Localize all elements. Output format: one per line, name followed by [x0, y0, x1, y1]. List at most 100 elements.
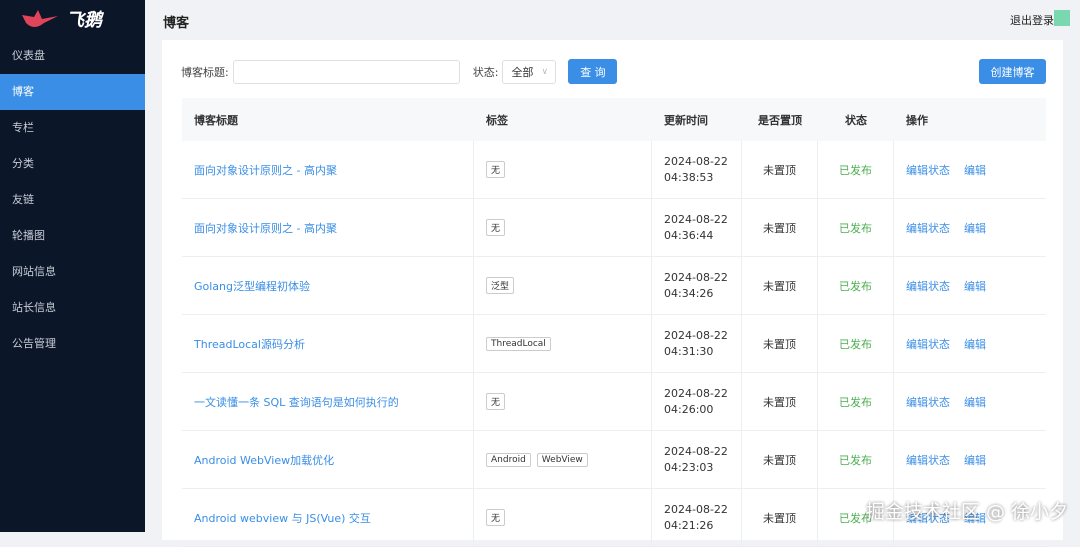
pinned-cell: 未置顶: [742, 141, 818, 198]
time-cell: 2024-08-22 04:36:44: [652, 199, 742, 256]
title-filter-label: 博客标题:: [181, 65, 229, 79]
tags-cell: Android WebView: [474, 431, 652, 488]
pinned-cell: 未置顶: [742, 489, 818, 546]
tag-badge: ThreadLocal: [486, 336, 551, 351]
edit-status-link[interactable]: 编辑状态: [906, 162, 950, 178]
edit-status-link[interactable]: 编辑状态: [906, 336, 950, 352]
chevron-down-icon: ∨: [541, 66, 549, 77]
title-cell: Golang泛型编程初体验: [182, 257, 474, 314]
sidebar-item[interactable]: 公告管理: [0, 326, 145, 362]
avatar[interactable]: [1054, 10, 1070, 26]
logo[interactable]: 飞鹅: [0, 0, 145, 38]
blog-title-link[interactable]: Golang泛型编程初体验: [194, 278, 310, 294]
update-date: 2024-08-22: [664, 154, 728, 168]
time-cell: 2024-08-22 04:26:00: [652, 373, 742, 430]
tag-badge: WebView: [536, 452, 588, 467]
update-date: 2024-08-22: [664, 444, 728, 458]
status-cell: 已发布: [818, 373, 894, 430]
sidebar-item[interactable]: 网站信息: [0, 254, 145, 290]
sidebar-item[interactable]: 轮播图: [0, 218, 145, 254]
sidebar-item[interactable]: 博客: [0, 74, 145, 110]
pinned-cell: 未置顶: [742, 257, 818, 314]
status-cell: 已发布: [818, 257, 894, 314]
edit-status-link[interactable]: 编辑状态: [906, 278, 950, 294]
header: 博客 退出登录: [145, 0, 1080, 40]
title-cell: Android WebView加载优化: [182, 431, 474, 488]
page-title: 博客: [163, 16, 190, 31]
title-cell: 面向对象设计原则之 - 高内聚: [182, 199, 474, 256]
time-cell: 2024-08-22 04:31:30: [652, 315, 742, 372]
tags-cell: 无: [474, 141, 652, 198]
brand-name: 飞鹅: [66, 10, 102, 31]
status-cell: 已发布: [818, 315, 894, 372]
title-filter-input[interactable]: [232, 59, 460, 84]
tags-cell: 无: [474, 373, 652, 430]
column-header: 标签: [486, 113, 508, 127]
edit-status-link[interactable]: 编辑状态: [906, 220, 950, 236]
update-date: 2024-08-22: [664, 328, 728, 342]
table-row: 面向对象设计原则之 - 高内聚 无 2024-08-22 04:36:44 未置顶…: [182, 199, 1046, 257]
tags-cell: 无: [474, 199, 652, 256]
title-cell: 一文读懂一条 SQL 查询语句是如何执行的: [182, 373, 474, 430]
update-time: 04:36:44: [664, 228, 714, 242]
tag-badge: 无: [486, 219, 506, 236]
blog-title-link[interactable]: Android WebView加载优化: [194, 452, 334, 468]
status-cell: 已发布: [818, 199, 894, 256]
sidebar-item[interactable]: 分类: [0, 146, 145, 182]
blog-table: 博客标题 标签 更新时间 是否置顶 状态 操作 面向对象设计原则之 - 高内聚 …: [182, 98, 1046, 547]
column-header: 是否置顶: [758, 113, 802, 127]
update-date: 2024-08-22: [664, 386, 728, 400]
sidebar-item[interactable]: 友链: [0, 182, 145, 218]
tag-badge: 无: [486, 161, 506, 178]
blog-title-link[interactable]: 一文读懂一条 SQL 查询语句是如何执行的: [194, 394, 399, 410]
update-date: 2024-08-22: [664, 212, 728, 226]
actions-cell: 编辑状态 编辑: [894, 141, 1046, 198]
edit-link[interactable]: 编辑: [964, 394, 986, 410]
watermark: 掘金技术社区 @ 徐小夕: [865, 501, 1068, 523]
actions-cell: 编辑状态 编辑: [894, 199, 1046, 256]
edit-status-link[interactable]: 编辑状态: [906, 394, 950, 410]
update-date: 2024-08-22: [664, 270, 728, 284]
tags-cell: 泛型: [474, 257, 652, 314]
update-time: 04:21:26: [664, 518, 714, 532]
sidebar-item[interactable]: 仪表盘: [0, 38, 145, 74]
logout-link[interactable]: 退出登录: [1010, 12, 1054, 28]
actions-cell: 编辑状态 编辑: [894, 373, 1046, 430]
query-button[interactable]: 查 询: [568, 59, 618, 84]
update-date: 2024-08-22: [664, 502, 728, 516]
status-select[interactable]: 全部 ∨: [502, 59, 557, 84]
blog-title-link[interactable]: Android webview 与 JS(Vue) 交互: [194, 510, 371, 526]
blog-title-link[interactable]: 面向对象设计原则之 - 高内聚: [194, 162, 337, 178]
edit-link[interactable]: 编辑: [964, 336, 986, 352]
status-cell: 已发布: [818, 141, 894, 198]
title-cell: 面向对象设计原则之 - 高内聚: [182, 141, 474, 198]
create-blog-button[interactable]: 创建博客: [979, 59, 1046, 84]
pinned-cell: 未置顶: [742, 373, 818, 430]
goose-logo-icon: [22, 10, 58, 27]
column-header: 博客标题: [194, 113, 238, 127]
title-cell: Android webview 与 JS(Vue) 交互: [182, 489, 474, 546]
blog-title-link[interactable]: ThreadLocal源码分析: [194, 336, 305, 352]
sidebar-item[interactable]: 专栏: [0, 110, 145, 146]
column-header: 操作: [906, 113, 928, 127]
edit-link[interactable]: 编辑: [964, 220, 986, 236]
edit-link[interactable]: 编辑: [964, 278, 986, 294]
time-cell: 2024-08-22 04:34:26: [652, 257, 742, 314]
title-cell: ThreadLocal源码分析: [182, 315, 474, 372]
filter-bar: 博客标题: 状态: 全部 ∨ 查 询 创建博客: [181, 59, 1046, 84]
blog-title-link[interactable]: 面向对象设计原则之 - 高内聚: [194, 220, 337, 236]
status-select-value: 全部: [511, 65, 534, 79]
edit-link[interactable]: 编辑: [964, 452, 986, 468]
actions-cell: 编辑状态 编辑: [894, 257, 1046, 314]
actions-cell: 编辑状态 编辑: [894, 431, 1046, 488]
update-time: 04:34:26: [664, 286, 714, 300]
table-row: ThreadLocal源码分析 ThreadLocal 2024-08-22 04…: [182, 315, 1046, 373]
edit-status-link[interactable]: 编辑状态: [906, 452, 950, 468]
sidebar-item[interactable]: 站长信息: [0, 290, 145, 326]
table-row: Android WebView加载优化 Android WebView 2024-…: [182, 431, 1046, 489]
status-cell: 已发布: [818, 431, 894, 488]
tag-badge: Android: [486, 452, 531, 467]
update-time: 04:26:00: [664, 402, 714, 416]
edit-link[interactable]: 编辑: [964, 162, 986, 178]
pinned-cell: 未置顶: [742, 199, 818, 256]
